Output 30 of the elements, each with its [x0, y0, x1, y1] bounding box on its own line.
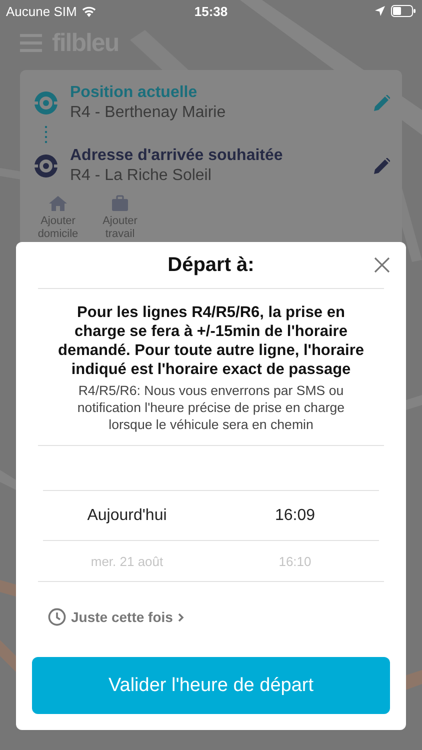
- destination-stop: R4 - La Riche Soleil: [70, 167, 212, 185]
- dialog-title: Départ à:: [168, 254, 254, 276]
- close-icon[interactable]: [374, 257, 390, 273]
- chevron-icon: [178, 612, 184, 622]
- carrier-label: Aucune SIM: [6, 4, 77, 18]
- battery-icon: [391, 5, 416, 17]
- frequency-link[interactable]: Juste cette fois: [48, 608, 374, 626]
- date-option[interactable]: mer. 21 août: [43, 554, 211, 569]
- clock-time: 15:38: [194, 4, 228, 18]
- stop-marker-icon: [34, 91, 58, 115]
- briefcase-icon[interactable]: [111, 195, 129, 212]
- location-arrow-icon: [375, 6, 385, 16]
- edit-icon[interactable]: [374, 158, 390, 174]
- pickup-notice: Pour les lignes R4/R5/R6, la prise en charge se fera à +/-15min de l'horaire demandé. Pour toute autre ligne, l'horaire indiqué est l'horaire exact de passage: [57, 303, 365, 379]
- destination-title: Adresse d'arrivée souhaitée: [70, 147, 284, 165]
- house-icon[interactable]: [49, 195, 67, 212]
- menu-icon[interactable]: [20, 34, 42, 52]
- shortcut-label[interactable]: Ajouter travail: [96, 215, 144, 241]
- origin-stop: R4 - Berthenay Mairie: [70, 104, 227, 122]
- sms-note: R4/R5/R6: Nous vous enverrons par SMS ou notification l'heure précise de prise en charge lorsque le véhicule sera en chemin: [76, 382, 346, 433]
- clock-icon: [48, 608, 66, 626]
- origin-title: Position actuelle: [70, 84, 198, 102]
- time-picker[interactable]: Aujourd'hui 16:09 mer. 21 août 16:10: [38, 446, 384, 582]
- shortcut-label[interactable]: Ajouter domicile: [34, 215, 82, 241]
- date-option[interactable]: Aujourd'hui: [43, 506, 211, 525]
- confirm-button[interactable]: Valider l'heure de départ: [32, 657, 390, 714]
- stop-marker-icon: [34, 154, 58, 178]
- time-option[interactable]: 16:09: [211, 506, 379, 525]
- time-option[interactable]: 16:10: [211, 554, 379, 569]
- wifi-icon: [82, 6, 96, 16]
